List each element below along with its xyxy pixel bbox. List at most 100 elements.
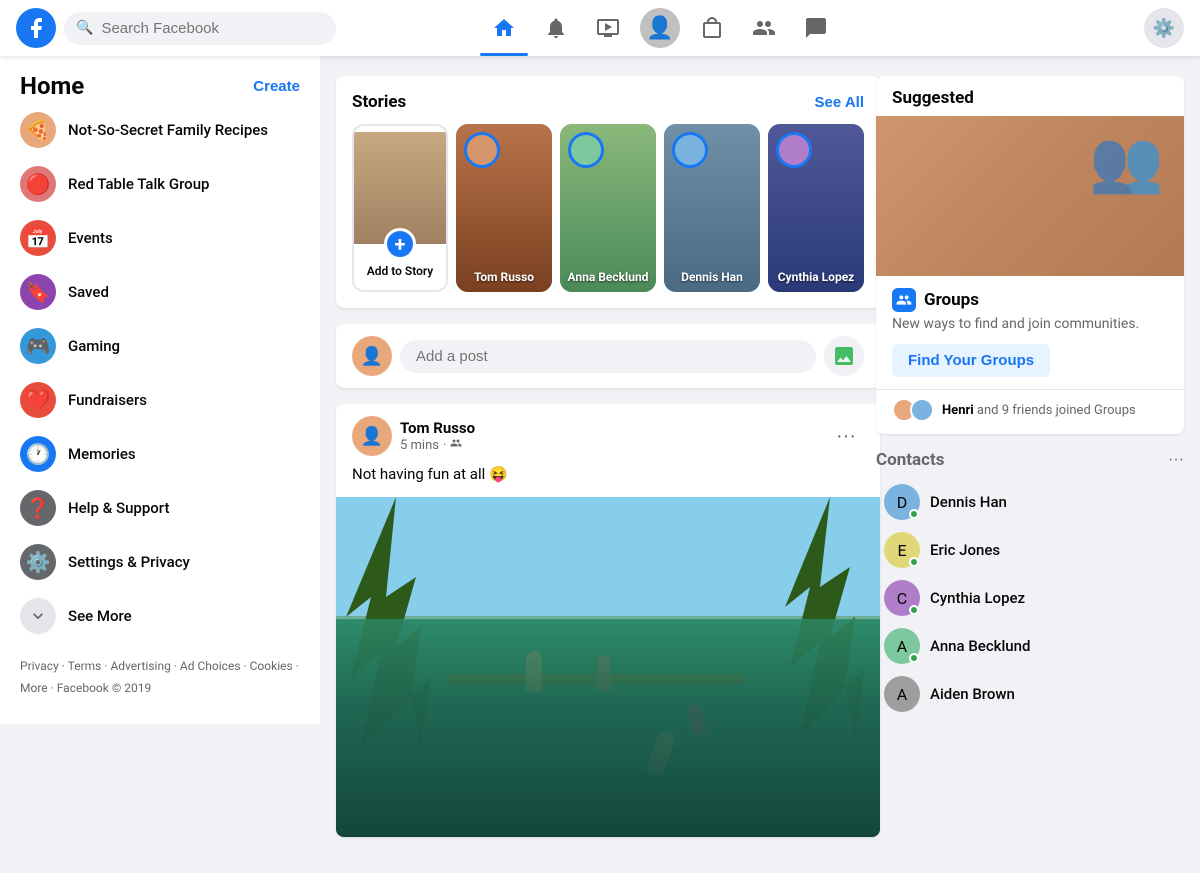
sidebar-item-red-table-talk[interactable]: 🔴 Red Table Talk Group	[8, 158, 312, 210]
contacts-header: Contacts ···	[876, 450, 1184, 470]
post-privacy-icon	[450, 437, 462, 453]
contacts-more-button[interactable]: ···	[1168, 451, 1184, 469]
story-card-tom-russo[interactable]: Tom Russo	[456, 124, 552, 292]
footer-terms-link[interactable]: Terms	[68, 659, 102, 673]
contact-item-betty-chen[interactable]: B Betty Chen	[876, 718, 1184, 724]
topnav-left: 🔍	[16, 8, 336, 48]
find-groups-button[interactable]: Find Your Groups	[892, 344, 1050, 377]
contacts-section: Contacts ··· D Dennis Han E Eric Jones	[876, 450, 1184, 724]
footer-more-link[interactable]: More	[20, 681, 48, 695]
nav-profile-button[interactable]: 👤	[636, 4, 684, 52]
nav-home-button[interactable]	[480, 4, 528, 52]
footer-copyright: Facebook © 2019	[57, 681, 151, 695]
story-label-tom-russo: Tom Russo	[456, 270, 552, 284]
contact-item-dennis-han[interactable]: D Dennis Han	[876, 478, 1184, 526]
nav-groups-button[interactable]	[740, 4, 788, 52]
story-dennis-background	[664, 124, 760, 292]
footer-privacy-link[interactable]: Privacy	[20, 659, 59, 673]
groups-icon-row: Groups	[892, 288, 1168, 312]
sidebar-item-family-recipes[interactable]: 🍕 Not-So-Secret Family Recipes	[8, 104, 312, 156]
nav-notifications-button[interactable]	[532, 4, 580, 52]
contact-item-cynthia-lopez[interactable]: C Cynthia Lopez	[876, 574, 1184, 622]
post-user-name[interactable]: Tom Russo	[400, 419, 820, 437]
stories-row: + Add to Story Tom Russo Anna Bec	[352, 124, 864, 292]
contact-avatar-eric-jones: E	[884, 532, 920, 568]
sidebar-icon-fundraisers: ❤️	[20, 382, 56, 418]
joined-avatars	[892, 398, 934, 422]
add-story-background: +	[354, 132, 446, 244]
water-reflection	[336, 619, 880, 837]
sidebar-item-events[interactable]: 📅 Events	[8, 212, 312, 264]
story-card-dennis-han[interactable]: Dennis Han	[664, 124, 760, 292]
post-meta: 5 mins ·	[400, 437, 820, 453]
footer-cookies-link[interactable]: Cookies	[250, 659, 293, 673]
contact-item-aiden-brown[interactable]: A Aiden Brown	[876, 670, 1184, 718]
settings-button[interactable]: ⚙️	[1144, 8, 1184, 48]
current-user-avatar: 👤	[352, 336, 392, 376]
sidebar-item-help-support[interactable]: ❓ Help & Support	[8, 482, 312, 534]
sidebar-label-settings-privacy: Settings & Privacy	[68, 553, 190, 571]
sidebar-item-gaming[interactable]: 🎮 Gaming	[8, 320, 312, 372]
add-story-plus-icon: +	[384, 228, 416, 260]
facebook-logo[interactable]	[16, 8, 56, 48]
contact-name-anna-becklund: Anna Becklund	[930, 637, 1030, 655]
create-button[interactable]: Create	[253, 78, 300, 95]
footer-ad-choices-link[interactable]: Ad Choices	[180, 659, 241, 673]
sidebar-label-gaming: Gaming	[68, 337, 120, 355]
sidebar-icon-settings-privacy: ⚙️	[20, 544, 56, 580]
sidebar-item-see-more[interactable]: See More	[8, 590, 312, 642]
story-label-cynthia-lopez: Cynthia Lopez	[768, 270, 864, 284]
sidebar-icon-events: 📅	[20, 220, 56, 256]
sidebar-label-help-support: Help & Support	[68, 499, 169, 517]
see-all-button[interactable]: See All	[815, 94, 864, 111]
nav-watch-button[interactable]	[584, 4, 632, 52]
contact-avatar-initial: D	[897, 493, 908, 512]
online-indicator-cynthia-lopez	[909, 605, 919, 615]
topnav-right: ⚙️	[984, 8, 1184, 48]
story-label-anna-becklund: Anna Becklund	[560, 270, 656, 284]
story-label-dennis-han: Dennis Han	[664, 270, 760, 284]
footer-advertising-link[interactable]: Advertising	[110, 659, 170, 673]
joined-text-suffix: and 9 friends joined Groups	[977, 403, 1136, 418]
nav-marketplace-button[interactable]	[688, 4, 736, 52]
post-input[interactable]	[400, 340, 816, 373]
contact-avatar-dennis-han: D	[884, 484, 920, 520]
joined-text: Henri and 9 friends joined Groups	[942, 403, 1136, 418]
search-box[interactable]: 🔍	[64, 12, 336, 45]
contact-name-dennis-han: Dennis Han	[930, 493, 1007, 511]
post-more-button[interactable]: ···	[828, 421, 864, 452]
search-input[interactable]	[101, 20, 281, 37]
groups-banner-decoration: 👥	[1089, 126, 1164, 197]
topnav-center: 👤	[336, 4, 984, 52]
story-avatar-dennis-han	[672, 132, 708, 168]
sidebar-item-fundraisers[interactable]: ❤️ Fundraisers	[8, 374, 312, 426]
story-card-anna-becklund[interactable]: Anna Becklund	[560, 124, 656, 292]
joined-text-name: Henri	[942, 403, 974, 418]
sidebar-item-memories[interactable]: 🕐 Memories	[8, 428, 312, 480]
nav-messenger-button[interactable]	[792, 4, 840, 52]
add-photo-button[interactable]	[824, 336, 864, 376]
story-card-cynthia-lopez[interactable]: Cynthia Lopez	[768, 124, 864, 292]
sidebar-item-saved[interactable]: 🔖 Saved	[8, 266, 312, 318]
topnav: 🔍 👤 ⚙️	[0, 0, 1200, 56]
story-card-add[interactable]: + Add to Story	[352, 124, 448, 292]
sidebar-icon-saved: 🔖	[20, 274, 56, 310]
feed: Stories See All + Add to Story Tom Russo	[320, 56, 896, 873]
stories-header: Stories See All	[352, 92, 864, 112]
main-layout: Home Create 🍕 Not-So-Secret Family Recip…	[0, 56, 1200, 873]
sidebar-item-settings-privacy[interactable]: ⚙️ Settings & Privacy	[8, 536, 312, 588]
contact-item-anna-becklund[interactable]: A Anna Becklund	[876, 622, 1184, 670]
groups-banner: 👥	[876, 116, 1184, 276]
sidebar-label-saved: Saved	[68, 283, 109, 301]
contact-avatar-aiden-brown: A	[884, 676, 920, 712]
contact-item-eric-jones[interactable]: E Eric Jones	[876, 526, 1184, 574]
groups-description: New ways to find and join communities.	[892, 316, 1168, 332]
add-story-label: Add to Story	[363, 264, 438, 278]
sidebar-icon-family-recipes: 🍕	[20, 112, 56, 148]
sidebar-footer: Privacy · Terms · Advertising · Ad Choic…	[8, 644, 312, 711]
joined-avatar-2	[910, 398, 934, 422]
story-tom-background	[456, 124, 552, 292]
feed-post-tom-russo: 👤 Tom Russo 5 mins · ··· Not having fun …	[336, 404, 880, 837]
contact-avatar-initial: A	[897, 685, 907, 704]
contact-name-cynthia-lopez: Cynthia Lopez	[930, 589, 1025, 607]
